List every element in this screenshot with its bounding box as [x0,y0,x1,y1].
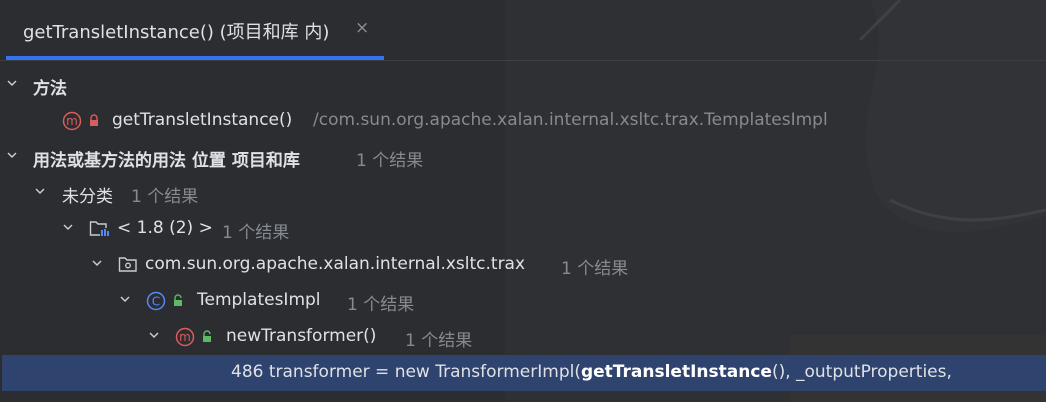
usage-line-text: 486 transformer = new TransformerImpl(ge… [231,362,952,382]
tree-node-caller-method[interactable]: m newTransformer() 1 个结果 [0,319,1046,355]
class-count: 1 个结果 [347,295,415,315]
tree-node-class[interactable]: C TemplatesImpl 1 个结果 [0,283,1046,319]
package-label: com.sun.org.apache.xalan.internal.xsltc.… [145,254,526,274]
svg-text:C: C [152,295,160,309]
lock-icon [203,330,211,342]
lock-icon [174,294,182,306]
caller-method-count: 1 个结果 [405,331,473,351]
svg-text:m: m [66,114,78,128]
chevron-down-icon[interactable] [7,78,17,88]
chevron-down-icon[interactable] [120,294,130,304]
methods-header-label: 方法 [33,79,67,99]
usage-code-before: transformer = new TransformerImpl( [263,362,581,382]
tree-node-package[interactable]: com.sun.org.apache.xalan.internal.xsltc.… [0,247,1046,283]
jdk-label: < 1.8 (2) > [117,218,213,238]
class-label: TemplatesImpl [197,290,321,310]
tree-node-methods[interactable]: 方法 [0,67,1046,103]
method-icon: m [175,327,195,347]
tree-node-usages[interactable]: 用法或基方法的用法 位置 项目和库 1 个结果 [0,139,1046,175]
method-path: /com.sun.org.apache.xalan.internal.xsltc… [313,110,828,130]
chevron-down-icon[interactable] [63,222,73,232]
tab-bar: getTransletInstance() (项目和库 内) × [0,0,1046,61]
chevron-down-icon[interactable] [35,186,45,196]
uncategorized-count: 1 个结果 [131,187,199,207]
uncategorized-label: 未分类 [62,187,113,207]
chevron-down-icon[interactable] [149,330,159,340]
tab-find-usages[interactable]: getTransletInstance() (项目和库 内) × [6,0,384,60]
tree-node-method-target[interactable]: m getTransletInstance() /com.sun.org.apa… [0,103,1046,139]
chevron-down-icon[interactable] [92,258,102,268]
tab-active-indicator [6,56,384,60]
tree-node-jdk[interactable]: < 1.8 (2) > 1 个结果 [0,211,1046,247]
usage-line-number: 486 [231,362,264,382]
package-icon [118,257,137,272]
class-icon: C [146,291,166,311]
lock-icon [90,114,98,126]
usage-code-match: getTransletInstance [580,362,772,382]
caller-method-label: newTransformer() [226,326,377,346]
method-icon: m [62,111,82,131]
usage-line-selected[interactable]: 486 transformer = new TransformerImpl(ge… [2,355,1046,391]
method-name: getTransletInstance() [112,110,293,130]
tree-node-uncategorized[interactable]: 未分类 1 个结果 [0,175,1046,211]
chevron-down-icon[interactable] [7,150,17,160]
usage-code-after: (), _outputProperties, [771,362,952,382]
package-count: 1 个结果 [561,259,629,279]
svg-text:m: m [179,330,191,344]
close-icon[interactable]: × [355,18,369,38]
library-icon [89,221,109,237]
jdk-count: 1 个结果 [222,223,290,243]
usages-count: 1 个结果 [356,151,424,171]
tab-title: getTransletInstance() (项目和库 内) [23,22,330,43]
usages-header-label: 用法或基方法的用法 位置 项目和库 [33,151,300,171]
